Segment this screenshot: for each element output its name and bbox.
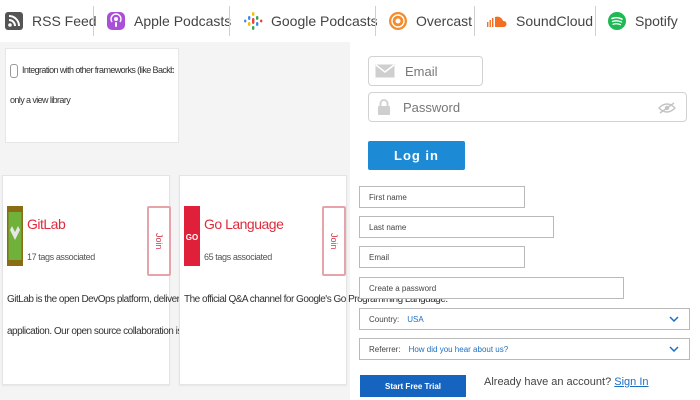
referrer-select-text: Referrer: How did you hear about us? <box>369 345 508 354</box>
divider <box>595 6 596 36</box>
soundcloud-label: SoundCloud <box>516 13 594 29</box>
feature-option-text: Integration with other frameworks (like … <box>22 65 174 75</box>
radio-button[interactable] <box>10 63 18 78</box>
referrer-value: How did you hear about us? <box>408 344 509 354</box>
feature-option-row: Integration with other frameworks (like … <box>10 55 174 85</box>
community-card-go-language[interactable]: GO Go Language 65 tags associated Join T… <box>179 175 448 385</box>
chevron-down-icon <box>669 316 679 322</box>
divider <box>229 6 230 36</box>
apple-podcasts-link[interactable]: Apple Podcasts <box>106 0 231 42</box>
login-button[interactable]: Log in <box>368 141 465 170</box>
community-name[interactable]: Go Language <box>204 216 284 232</box>
google-podcasts-label: Google Podcasts <box>271 13 378 29</box>
country-select[interactable]: Country: USA <box>359 308 690 330</box>
referrer-label: Referrer: <box>369 344 401 354</box>
community-name[interactable]: GitLab <box>27 216 66 232</box>
hide-password-icon[interactable] <box>658 102 676 114</box>
rss-feed-link[interactable]: RSS Feed <box>4 0 97 42</box>
google-podcasts-icon <box>244 12 263 30</box>
apple-podcasts-icon <box>107 12 125 30</box>
create-password-placeholder: Create a password <box>369 283 437 293</box>
divider <box>474 6 475 36</box>
sign-in-prompt: Already have an account? Sign In <box>484 376 649 388</box>
password-placeholder: Password <box>403 99 461 115</box>
signup-email-placeholder: Email <box>369 252 390 262</box>
svg-text:GO: GO <box>186 233 198 242</box>
signup-email-field[interactable]: Email <box>359 246 525 268</box>
envelope-icon <box>375 64 395 78</box>
divider <box>93 6 94 36</box>
email-placeholder: Email <box>405 63 438 79</box>
community-tags-count: 17 tags associated <box>27 252 95 262</box>
first-name-field[interactable]: First name <box>359 186 525 208</box>
spotify-link[interactable]: Spotify <box>607 0 678 42</box>
soundcloud-icon <box>487 16 507 27</box>
country-value: USA <box>407 314 424 324</box>
already-account-text: Already have an account? <box>484 376 612 388</box>
overcast-label: Overcast <box>416 13 473 29</box>
spotify-label: Spotify <box>635 13 678 29</box>
divider <box>375 6 376 36</box>
country-label: Country: <box>369 314 400 324</box>
community-tags-count: 65 tags associated <box>204 252 272 262</box>
lock-icon <box>378 99 390 115</box>
join-button[interactable]: Join <box>322 206 346 276</box>
last-name-field[interactable]: Last name <box>359 216 554 238</box>
referrer-select[interactable]: Referrer: How did you hear about us? <box>359 338 690 360</box>
apple-podcasts-label: Apple Podcasts <box>134 13 232 29</box>
first-name-placeholder: First name <box>369 192 407 202</box>
community-card-gitlab[interactable]: GitLab 17 tags associated Join GitLab is… <box>2 175 269 385</box>
rss-icon <box>5 12 23 30</box>
overcast-icon <box>389 12 407 30</box>
feature-option-text-cont: only a view library <box>10 95 71 105</box>
join-button[interactable]: Join <box>147 206 171 276</box>
chevron-down-icon <box>669 346 679 352</box>
country-select-text: Country: USA <box>369 315 424 324</box>
create-password-field[interactable]: Create a password <box>359 277 624 299</box>
start-free-trial-button[interactable]: Start Free Trial <box>360 375 466 397</box>
overcast-link[interactable]: Overcast <box>388 0 472 42</box>
email-field[interactable]: Email <box>368 56 483 86</box>
last-name-placeholder: Last name <box>369 222 407 232</box>
podcast-links-bar: RSS Feed Apple Podcasts Google Podcasts <box>0 0 700 42</box>
gitlab-logo-icon <box>7 206 23 266</box>
sign-in-link[interactable]: Sign In <box>614 376 648 388</box>
soundcloud-link[interactable]: SoundCloud <box>486 0 593 42</box>
password-field[interactable]: Password <box>368 92 687 122</box>
google-podcasts-link[interactable]: Google Podcasts <box>243 0 378 42</box>
spotify-icon <box>608 12 626 30</box>
rss-feed-label: RSS Feed <box>32 13 97 29</box>
feature-option[interactable]: Integration with other frameworks (like … <box>5 48 179 143</box>
go-language-logo-icon: GO <box>184 206 200 266</box>
